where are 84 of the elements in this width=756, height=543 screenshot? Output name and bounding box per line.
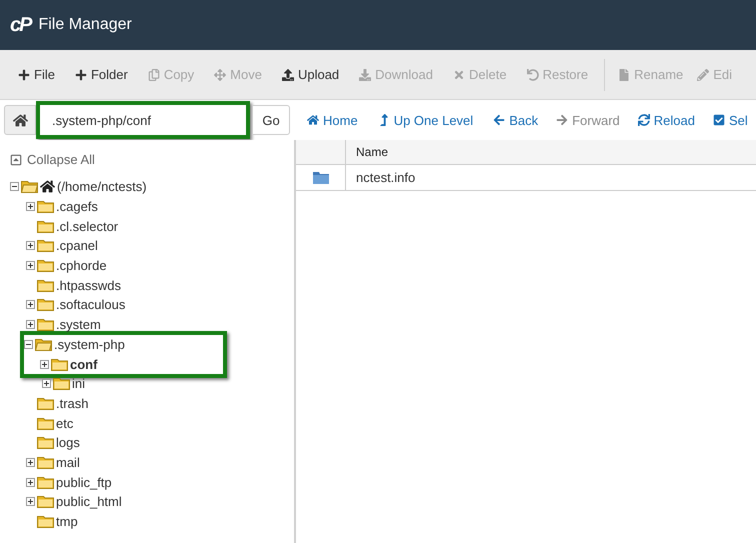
arrow-right-icon [556, 114, 568, 126]
folder-tree-item[interactable]: .cphorde [54, 258, 109, 274]
folder-icon [37, 298, 54, 312]
move-icon [214, 68, 226, 80]
expand-toggle-icon[interactable] [26, 241, 35, 250]
home-icon [40, 179, 55, 194]
folder-tree-item[interactable]: etc [54, 416, 76, 431]
folder-icon [37, 396, 54, 410]
collapse-icon [10, 154, 22, 166]
home-icon [12, 112, 28, 128]
expand-toggle-icon[interactable] [26, 497, 35, 506]
toolbar-button[interactable]: Upload [272, 58, 350, 90]
folder-icon [312, 171, 328, 184]
folder-icon [37, 515, 54, 528]
collapse-toggle-icon[interactable] [24, 340, 33, 349]
folder-tree-item[interactable]: .cl.selector [54, 218, 120, 234]
folder-tree-item[interactable]: conf [68, 356, 100, 372]
collapse-all-button[interactable]: Collapse All [10, 152, 95, 167]
folder-icon [37, 239, 54, 252]
expand-toggle-icon[interactable] [26, 300, 35, 310]
go-button[interactable]: Go [252, 105, 290, 135]
folder-tree-item[interactable]: .system-php [52, 336, 127, 352]
folder-tree-item[interactable]: public_html [54, 494, 124, 510]
collapse-toggle-icon[interactable] [10, 182, 19, 192]
undo-icon [526, 68, 539, 80]
folder-icon [37, 456, 54, 469]
folder-icon [53, 377, 70, 390]
expand-toggle-icon[interactable] [26, 261, 35, 270]
folder-icon [37, 495, 54, 508]
folder-tree-item[interactable]: public_ftp [54, 474, 114, 490]
folder-icon [37, 259, 54, 272]
column-header[interactable]: Name [346, 140, 388, 164]
home-button[interactable] [4, 105, 36, 135]
nav-link[interactable]: Home [298, 112, 367, 128]
folder-tree-item[interactable]: mail [54, 454, 82, 470]
folder-tree-item[interactable]: .cpanel [54, 238, 100, 254]
folder-tree-item[interactable]: .cagefs [54, 199, 100, 214]
home-icon [307, 114, 319, 126]
logo: cP [10, 14, 30, 36]
folder-icon [37, 436, 54, 450]
toolbar-button[interactable]: Folder [64, 58, 138, 90]
folder-tree-item[interactable]: .trash [54, 396, 91, 411]
upload-icon [282, 68, 294, 80]
folder-icon [37, 476, 54, 489]
pencil-icon [697, 68, 710, 80]
expand-toggle-icon[interactable] [26, 202, 35, 212]
level-up-icon [378, 114, 390, 126]
nav-link[interactable]: Up One Level [366, 112, 484, 128]
expand-toggle-icon[interactable] [40, 360, 49, 369]
expand-toggle-icon[interactable] [26, 320, 35, 330]
path-field[interactable]: .system-php/conf [36, 101, 250, 139]
folder-icon [51, 358, 68, 371]
folder-tree-item[interactable]: .htpasswds [54, 278, 124, 293]
folder-tree-item[interactable]: (/home/nctests) [55, 179, 149, 194]
nav-link[interactable]: Back [484, 112, 548, 128]
app-title: File Manager [38, 16, 132, 34]
expand-toggle-icon[interactable] [42, 379, 51, 388]
arrow-left-icon [493, 114, 506, 126]
folder-icon [37, 416, 54, 430]
nav-link[interactable]: Reload [628, 112, 704, 128]
folder-icon [37, 318, 54, 332]
close-icon [453, 68, 465, 80]
open-folder-icon [21, 180, 38, 194]
folder-tree-item[interactable]: ini [70, 376, 88, 392]
folder-tree-item[interactable]: tmp [54, 514, 80, 530]
plus-icon [74, 68, 87, 80]
folder-tree-item[interactable]: .system [54, 317, 103, 332]
download-icon [359, 68, 372, 80]
file-name-cell-text: nctest.info [355, 169, 416, 187]
expand-toggle-icon[interactable] [26, 478, 35, 487]
toolbar-button[interactable]: File [8, 58, 65, 90]
folder-tree-item[interactable]: .softaculous [54, 297, 128, 312]
copy-icon [148, 68, 160, 80]
nav-link[interactable]: Sel [704, 112, 756, 128]
expand-toggle-icon[interactable] [26, 458, 35, 467]
folder-icon [37, 220, 54, 233]
checkbox-icon [712, 114, 725, 126]
folder-tree-item[interactable]: logs [54, 435, 82, 450]
reload-icon [638, 114, 650, 126]
folder-icon [37, 278, 54, 292]
plus-icon [18, 68, 30, 80]
file-icon [618, 68, 630, 80]
folder-icon [37, 200, 54, 214]
open-folder-icon [35, 338, 52, 351]
